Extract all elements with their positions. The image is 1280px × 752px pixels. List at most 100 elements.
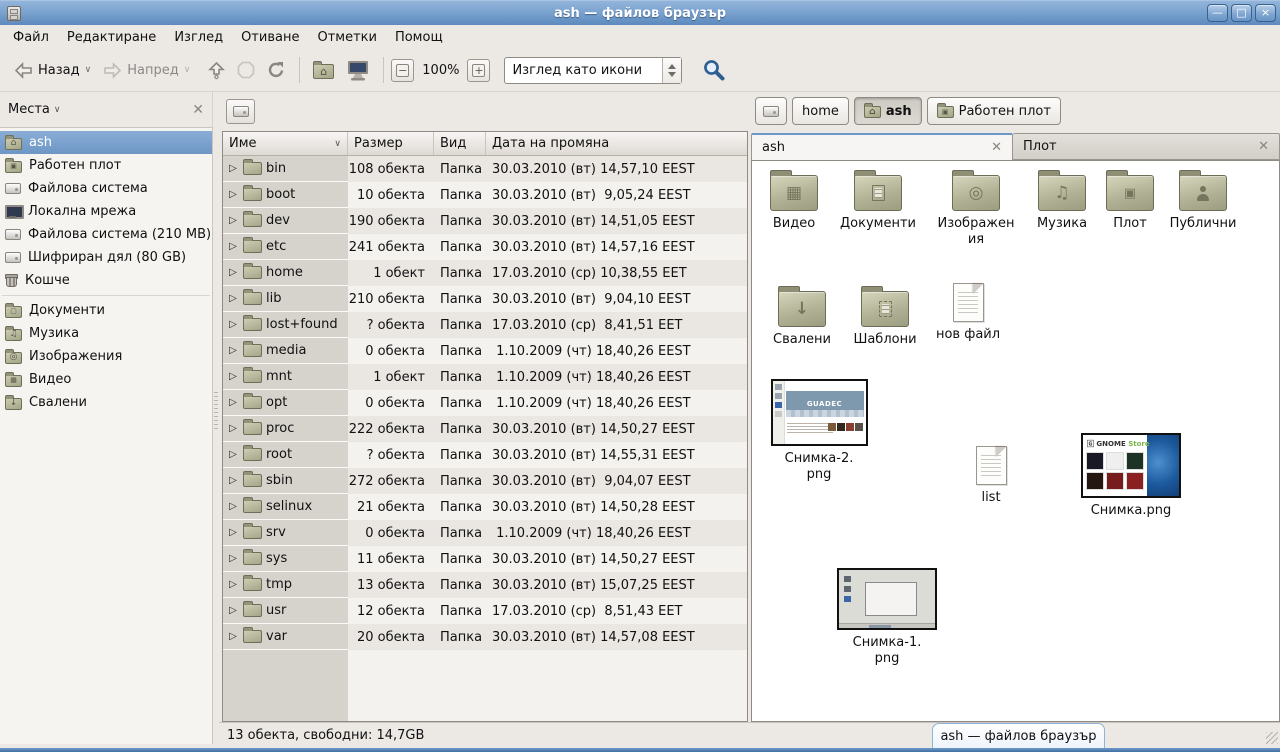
expander-icon[interactable]: ▷ xyxy=(227,319,239,330)
table-row-proc[interactable]: ▷proc 222 обекта Папка 30.03.2010 (вт) 1… xyxy=(223,416,747,442)
taskbar-window-button[interactable]: ash — файлов браузър xyxy=(932,723,1105,748)
table-row-etc[interactable]: ▷etc 241 обекта Папка 30.03.2010 (вт) 14… xyxy=(223,234,747,260)
tab-ash[interactable]: ash ✕ xyxy=(751,133,1013,160)
expander-icon[interactable]: ▷ xyxy=(227,163,239,174)
minimize-button[interactable]: — xyxy=(1207,4,1228,22)
tab-desktop[interactable]: Плот ✕ xyxy=(1013,133,1280,160)
sidebar-close-icon[interactable]: ✕ xyxy=(192,102,204,118)
chevron-down-icon[interactable]: ∨ xyxy=(54,105,61,115)
icon-item-videos[interactable]: ▦ Видео xyxy=(752,169,836,232)
sidebar-item-filesystem[interactable]: Файлова система xyxy=(0,177,212,200)
search-button[interactable] xyxy=(696,54,732,86)
expander-icon[interactable]: ▷ xyxy=(227,475,239,486)
zoom-out-button[interactable]: − xyxy=(391,59,414,82)
menu-edit[interactable]: Редактиране xyxy=(58,27,165,48)
column-header-name[interactable]: Име ∨ xyxy=(223,132,348,155)
icon-item-templates[interactable]: Шаблони xyxy=(843,285,927,348)
table-row-selinux[interactable]: ▷selinux 21 обекта Папка 30.03.2010 (вт)… xyxy=(223,494,747,520)
back-button[interactable]: Назад ∨ xyxy=(8,58,97,83)
icon-item-new-file[interactable]: нов файл xyxy=(926,283,1010,343)
table-row-sbin[interactable]: ▷sbin 272 обекта Папка 30.03.2010 (вт) 9… xyxy=(223,468,747,494)
menu-help[interactable]: Помощ xyxy=(386,27,452,48)
sidebar-item-network[interactable]: Локална мрежа xyxy=(0,200,212,223)
column-header-size[interactable]: Размер xyxy=(348,132,434,155)
combobox-arrows-icon[interactable] xyxy=(662,58,681,83)
icon-item-snimka[interactable]: 🄶 GNOME Store Снимка.png xyxy=(1079,433,1183,519)
expander-icon[interactable]: ▷ xyxy=(227,579,239,590)
table-row-srv[interactable]: ▷srv 0 обекта Папка 1.10.2009 (чт) 18,40… xyxy=(223,520,747,546)
path-button-desktop[interactable]: ▣ Работен плот xyxy=(927,97,1061,125)
maximize-button[interactable]: □ xyxy=(1231,4,1252,22)
expander-icon[interactable]: ▷ xyxy=(227,345,239,356)
sidebar-item-pictures[interactable]: ◎ Изображения xyxy=(0,345,212,368)
expander-icon[interactable]: ▷ xyxy=(227,267,239,278)
table-row-bin[interactable]: ▷bin 108 обекта Папка 30.03.2010 (вт) 14… xyxy=(223,156,747,182)
column-header-date[interactable]: Дата на промяна xyxy=(486,132,747,155)
icon-item-desktop[interactable]: ▣ Плот xyxy=(1088,169,1172,232)
stop-button[interactable] xyxy=(231,57,261,83)
icon-item-downloads[interactable]: ↓ Свалени xyxy=(760,285,844,348)
expander-icon[interactable]: ▷ xyxy=(227,449,239,460)
menu-file[interactable]: Файл xyxy=(4,27,58,48)
expander-icon[interactable]: ▷ xyxy=(227,293,239,304)
folder-contents-view[interactable]: ▦ Видео Документи ◎ Изображения ♫ Музика… xyxy=(751,160,1280,722)
resize-grip[interactable] xyxy=(1266,732,1278,744)
path-root-button[interactable] xyxy=(755,97,787,125)
title-bar[interactable]: ash — файлов браузър — □ × xyxy=(0,0,1280,25)
chevron-down-icon[interactable]: ∨ xyxy=(85,65,92,75)
view-mode-select[interactable]: Изглед като икони xyxy=(504,57,682,84)
sidebar-item-documents[interactable]: ▢ Документи xyxy=(0,299,212,322)
sidebar-item-downloads[interactable]: ↓ Свалени xyxy=(0,391,212,414)
sidebar-title[interactable]: Места xyxy=(8,102,50,117)
table-row-media[interactable]: ▷media 0 обекта Папка 1.10.2009 (чт) 18,… xyxy=(223,338,747,364)
expander-icon[interactable]: ▷ xyxy=(227,527,239,538)
up-button[interactable] xyxy=(202,57,231,84)
forward-button[interactable]: Напред ∨ xyxy=(97,58,196,83)
sidebar-item-music[interactable]: ♫ Музика xyxy=(0,322,212,345)
icon-item-list[interactable]: list xyxy=(961,446,1021,506)
column-header-type[interactable]: Вид xyxy=(434,132,486,155)
table-row-opt[interactable]: ▷opt 0 обекта Папка 1.10.2009 (чт) 18,40… xyxy=(223,390,747,416)
expander-icon[interactable]: ▷ xyxy=(227,631,239,642)
expander-icon[interactable]: ▷ xyxy=(227,371,239,382)
table-row-usr[interactable]: ▷usr 12 обекта Папка 17.03.2010 (ср) 8,5… xyxy=(223,598,747,624)
sidebar-item-trash[interactable]: Кошче xyxy=(0,269,212,292)
table-row-sys[interactable]: ▷sys 11 обекта Папка 30.03.2010 (вт) 14,… xyxy=(223,546,747,572)
close-button[interactable]: × xyxy=(1255,4,1276,22)
tab-close-icon[interactable]: ✕ xyxy=(1258,139,1269,154)
sidebar-item-encrypted-80gb[interactable]: Шифриран дял (80 GB) xyxy=(0,246,212,269)
expander-icon[interactable]: ▷ xyxy=(227,605,239,616)
icon-item-snimka-1[interactable]: Снимка-1.png xyxy=(835,568,939,667)
table-row-dev[interactable]: ▷dev 190 обекта Папка 30.03.2010 (вт) 14… xyxy=(223,208,747,234)
expander-icon[interactable]: ▷ xyxy=(227,553,239,564)
menu-bookmarks[interactable]: Отметки xyxy=(308,27,385,48)
path-button-ash[interactable]: ⌂ ash xyxy=(854,97,922,125)
table-row-var[interactable]: ▷var 20 обекта Папка 30.03.2010 (вт) 14,… xyxy=(223,624,747,650)
home-button[interactable]: ⌂ xyxy=(307,58,340,83)
expander-icon[interactable]: ▷ xyxy=(227,189,239,200)
table-row-root[interactable]: ▷root ? обекта Папка 30.03.2010 (вт) 14,… xyxy=(223,442,747,468)
table-row-boot[interactable]: ▷boot 10 обекта Папка 30.03.2010 (вт) 9,… xyxy=(223,182,747,208)
icon-item-documents[interactable]: Документи xyxy=(836,169,920,232)
zoom-in-button[interactable]: + xyxy=(467,59,490,82)
table-row-lib[interactable]: ▷lib 210 обекта Папка 30.03.2010 (вт) 9,… xyxy=(223,286,747,312)
sidebar-item-home[interactable]: ⌂ ash xyxy=(0,131,212,154)
sidebar-item-filesystem-210mb[interactable]: Файлова система (210 MB) xyxy=(0,223,212,246)
table-row-tmp[interactable]: ▷tmp 13 обекта Папка 30.03.2010 (вт) 15,… xyxy=(223,572,747,598)
tree-root-button[interactable] xyxy=(226,99,255,124)
sidebar-item-videos[interactable]: ▦ Видео xyxy=(0,368,212,391)
icon-item-pictures[interactable]: ◎ Изображения xyxy=(934,169,1018,248)
table-row-mnt[interactable]: ▷mnt 1 обект Папка 1.10.2009 (чт) 18,40,… xyxy=(223,364,747,390)
pane-splitter[interactable] xyxy=(213,92,219,748)
table-row-home[interactable]: ▷home 1 обект Папка 17.03.2010 (ср) 10,3… xyxy=(223,260,747,286)
menu-go[interactable]: Отиване xyxy=(232,27,308,48)
sidebar-item-desktop[interactable]: ▣ Работен плот xyxy=(0,154,212,177)
table-row-lost-found[interactable]: ▷lost+found ? обекта Папка 17.03.2010 (с… xyxy=(223,312,747,338)
path-button-home[interactable]: home xyxy=(792,97,849,125)
expander-icon[interactable]: ▷ xyxy=(227,397,239,408)
reload-button[interactable] xyxy=(261,57,292,83)
computer-button[interactable] xyxy=(340,56,376,85)
menu-view[interactable]: Изглед xyxy=(165,27,232,48)
icon-item-snimka-2[interactable]: GUADEC Снимка-2.png xyxy=(768,379,870,483)
expander-icon[interactable]: ▷ xyxy=(227,501,239,512)
